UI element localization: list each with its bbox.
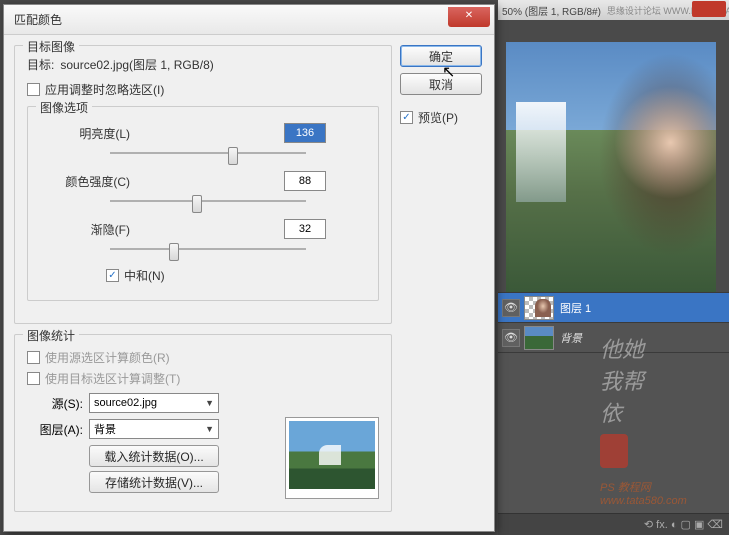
footer-icons[interactable]: ⟲ fx. ◐ ▢ ▣ ⌫ bbox=[644, 518, 723, 531]
ignore-selection-checkbox[interactable]: 应用调整时忽略选区(I) bbox=[27, 81, 379, 98]
canvas-waterfall bbox=[516, 102, 566, 202]
use-target-selection-checkbox[interactable]: 使用目标选区计算调整(T) bbox=[27, 370, 379, 387]
intensity-input[interactable] bbox=[284, 171, 326, 191]
layer-thumbnail[interactable] bbox=[524, 296, 554, 320]
doc-close-button[interactable] bbox=[692, 1, 726, 17]
brightness-input[interactable] bbox=[284, 123, 326, 143]
source-thumbnail bbox=[285, 417, 379, 499]
dropdown-value: source02.jpg bbox=[94, 397, 157, 409]
checkbox-icon[interactable] bbox=[27, 83, 40, 96]
layer-name: 背景 bbox=[560, 330, 582, 346]
cancel-button[interactable]: 取消 bbox=[400, 73, 482, 95]
target-value: source02.jpg(图层 1, RGB/8) bbox=[60, 56, 213, 73]
document-window: 50% (图层 1, RGB/8#) 思缘设计论坛 WWW.MISSYUAN.C… bbox=[498, 0, 729, 286]
checkbox-icon[interactable]: ✓ bbox=[400, 111, 413, 124]
layer-dropdown[interactable]: 背景 ▼ bbox=[89, 419, 219, 439]
checkbox-label: 使用源选区计算颜色(R) bbox=[45, 349, 170, 366]
document-canvas[interactable] bbox=[506, 42, 716, 294]
dialog-titlebar[interactable]: 匹配颜色 ✕ bbox=[4, 5, 494, 35]
checkbox-icon[interactable]: ✓ bbox=[106, 269, 119, 282]
use-source-selection-checkbox[interactable]: 使用源选区计算颜色(R) bbox=[27, 349, 379, 366]
image-options-group: 图像选项 明亮度(L) 颜色强度(C) bbox=[27, 106, 379, 301]
checkbox-label: 预览(P) bbox=[418, 109, 458, 126]
fade-label: 渐隐(F) bbox=[40, 221, 130, 238]
load-stats-button[interactable]: 载入统计数据(O)... bbox=[89, 445, 219, 467]
chevron-down-icon: ▼ bbox=[205, 424, 214, 434]
layer-label: 图层(A): bbox=[27, 421, 83, 438]
dialog-title: 匹配颜色 bbox=[14, 11, 62, 28]
visibility-icon[interactable]: 👁 bbox=[502, 329, 520, 347]
document-titlebar: 50% (图层 1, RGB/8#) 思缘设计论坛 WWW.MISSYUAN.C… bbox=[498, 0, 729, 20]
fade-slider[interactable] bbox=[110, 241, 306, 257]
target-label: 目标: bbox=[27, 56, 54, 73]
preview-checkbox[interactable]: ✓ 预览(P) bbox=[400, 109, 484, 126]
checkbox-icon[interactable] bbox=[27, 351, 40, 364]
image-stats-group: 图像统计 使用源选区计算颜色(R) 使用目标选区计算调整(T) 源(S): so… bbox=[14, 334, 392, 512]
group-title: 图像统计 bbox=[23, 327, 79, 344]
chevron-down-icon: ▼ bbox=[205, 398, 214, 408]
brightness-slider[interactable] bbox=[110, 145, 306, 161]
source-dropdown[interactable]: source02.jpg ▼ bbox=[89, 393, 219, 413]
document-title-text: 50% (图层 1, RGB/8#) bbox=[502, 3, 601, 18]
source-label: 源(S): bbox=[27, 395, 83, 412]
layer-row-layer1[interactable]: 👁 图层 1 bbox=[498, 293, 729, 323]
layer-thumbnail[interactable] bbox=[524, 326, 554, 350]
neutralize-checkbox[interactable]: ✓ 中和(N) bbox=[106, 267, 366, 284]
dropdown-value: 背景 bbox=[94, 421, 116, 437]
group-title: 目标图像 bbox=[23, 38, 79, 55]
checkbox-label: 中和(N) bbox=[124, 267, 165, 284]
visibility-icon[interactable]: 👁 bbox=[502, 299, 520, 317]
intensity-slider[interactable] bbox=[110, 193, 306, 209]
layers-panel-footer: ⟲ fx. ◐ ▢ ▣ ⌫ bbox=[498, 513, 729, 535]
group-title: 图像选项 bbox=[36, 99, 92, 116]
match-color-dialog: 匹配颜色 ✕ 目标图像 目标: source02.jpg(图层 1, RGB/8… bbox=[3, 4, 495, 532]
brightness-label: 明亮度(L) bbox=[40, 125, 130, 142]
layer-name: 图层 1 bbox=[560, 300, 591, 316]
checkbox-label: 使用目标选区计算调整(T) bbox=[45, 370, 180, 387]
fade-input[interactable] bbox=[284, 219, 326, 239]
layer-row-background[interactable]: 👁 背景 bbox=[498, 323, 729, 353]
canvas-person bbox=[586, 62, 716, 292]
save-stats-button[interactable]: 存储统计数据(V)... bbox=[89, 471, 219, 493]
layers-panel: 👁 图层 1 👁 背景 ⟲ fx. ◐ ▢ ▣ ⌫ bbox=[498, 292, 729, 535]
ok-button[interactable]: 确定 bbox=[400, 45, 482, 67]
checkbox-icon[interactable] bbox=[27, 372, 40, 385]
close-icon[interactable]: ✕ bbox=[448, 7, 490, 27]
checkbox-label: 应用调整时忽略选区(I) bbox=[45, 81, 164, 98]
target-image-group: 目标图像 目标: source02.jpg(图层 1, RGB/8) 应用调整时… bbox=[14, 45, 392, 324]
intensity-label: 颜色强度(C) bbox=[40, 173, 130, 190]
